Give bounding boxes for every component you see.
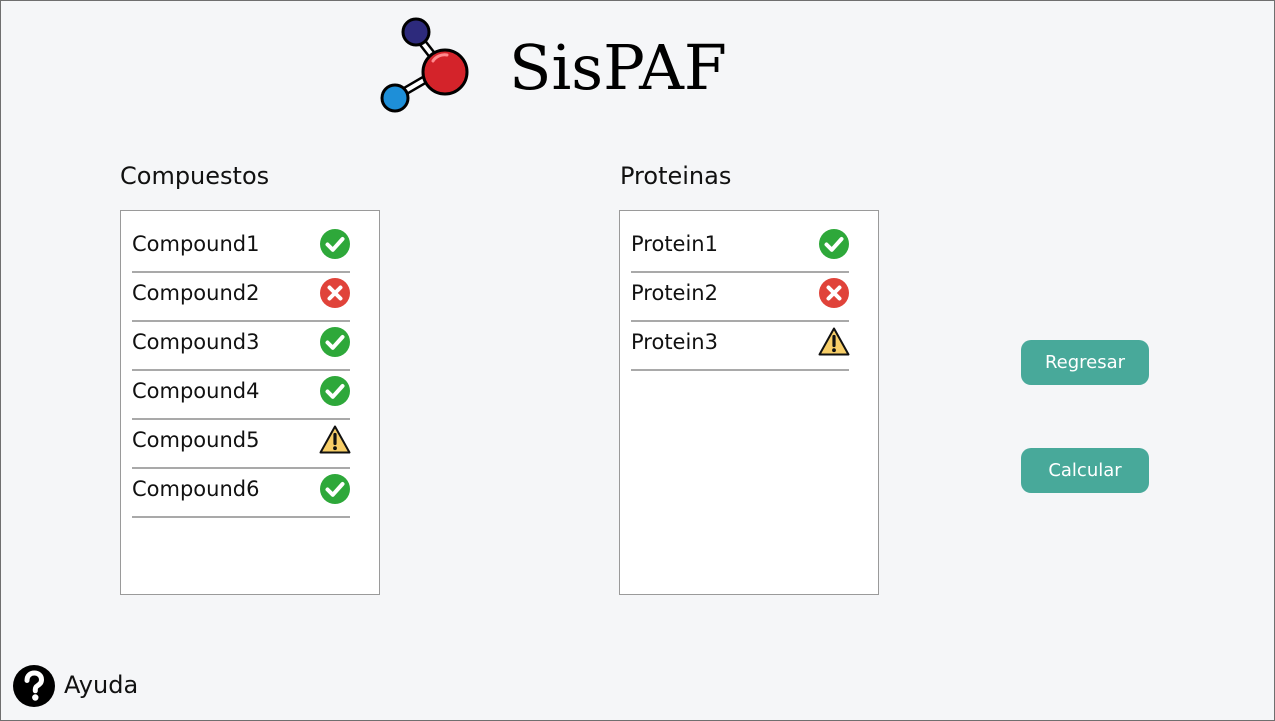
error-circle-icon — [819, 278, 849, 308]
help-label: Ayuda — [64, 671, 139, 699]
compounds-list-panel: Compound1 Compound2 Compound3 Compound4 Comp… — [120, 210, 380, 595]
app-window: SisPAF Compuestos Proteinas Compound1 Com… — [0, 0, 1275, 721]
app-logo: SisPAF — [377, 17, 757, 117]
proteins-list-panel: Protein1 Protein2 Protein3 — [619, 210, 879, 595]
app-title: SisPAF — [509, 31, 727, 104]
compound-list-item[interactable]: Compound6 — [132, 469, 350, 518]
back-button[interactable]: Regresar — [1021, 340, 1149, 385]
molecule-icon — [380, 17, 469, 113]
protein-list-item-label: Protein2 — [631, 281, 718, 305]
proteins-list: Protein1 Protein2 Protein3 — [631, 224, 850, 371]
check-circle-icon — [320, 474, 350, 504]
compounds-list: Compound1 Compound2 Compound3 Compound4 Comp… — [132, 224, 351, 518]
question-circle-icon — [13, 665, 55, 707]
compound-list-item-label: Compound2 — [132, 281, 260, 305]
compound-list-item[interactable]: Compound1 — [132, 224, 350, 273]
check-circle-icon — [320, 327, 350, 357]
check-circle-icon — [320, 229, 350, 259]
compound-list-item[interactable]: Compound3 — [132, 322, 350, 371]
check-circle-icon — [819, 229, 849, 259]
check-circle-icon — [320, 376, 350, 406]
compound-list-item[interactable]: Compound2 — [132, 273, 350, 322]
compound-list-item-label: Compound3 — [132, 330, 260, 354]
protein-list-item-label: Protein3 — [631, 330, 718, 354]
compound-list-item[interactable]: Compound5 — [132, 420, 351, 469]
warning-triangle-icon — [319, 425, 351, 454]
compounds-title: Compuestos — [120, 162, 270, 190]
protein-list-item[interactable]: Protein2 — [631, 273, 849, 322]
compound-list-item-label: Compound6 — [132, 477, 260, 501]
proteins-title: Proteinas — [620, 162, 732, 190]
error-circle-icon — [320, 278, 350, 308]
compound-list-item[interactable]: Compound4 — [132, 371, 350, 420]
protein-list-item-label: Protein1 — [631, 232, 718, 256]
compound-list-item-label: Compound5 — [132, 428, 260, 452]
protein-list-item[interactable]: Protein3 — [631, 322, 850, 371]
protein-list-item[interactable]: Protein1 — [631, 224, 849, 273]
compound-list-item-label: Compound4 — [132, 379, 260, 403]
warning-triangle-icon — [818, 327, 850, 356]
calculate-button[interactable]: Calcular — [1021, 448, 1149, 493]
compound-list-item-label: Compound1 — [132, 232, 260, 256]
